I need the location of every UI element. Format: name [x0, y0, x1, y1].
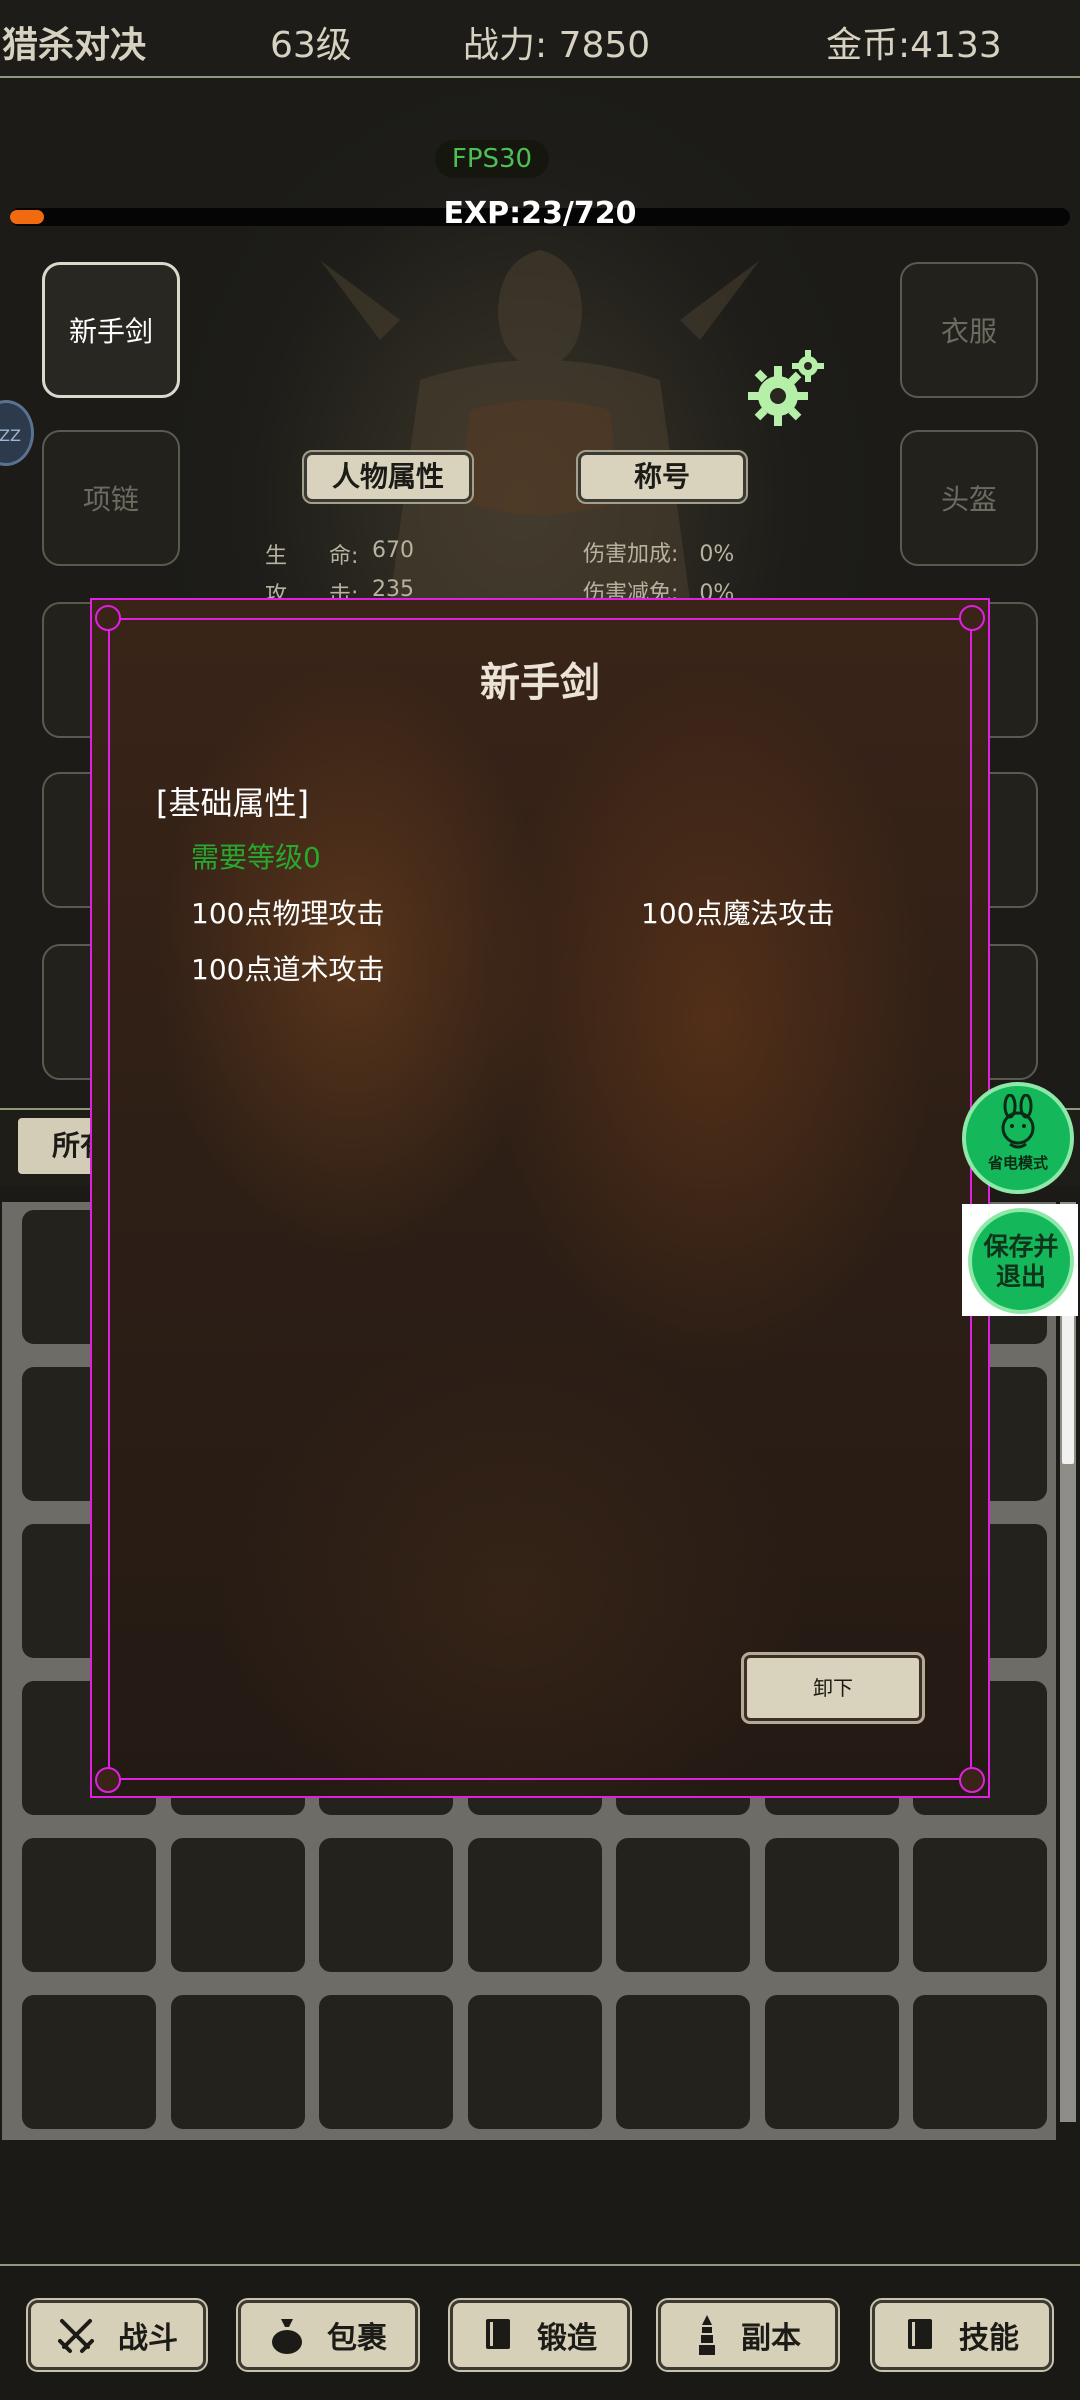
- slot-clothes[interactable]: 衣服: [900, 262, 1038, 398]
- slot-weapon[interactable]: 新手剑: [42, 262, 180, 398]
- inventory-cell[interactable]: [170, 1995, 305, 2129]
- rabbit-mascot-icon: [1001, 1094, 1035, 1149]
- top-status-bar: 猎杀对决 63级 战力: 7850 金币:4133: [0, 0, 1080, 78]
- money-bag-icon: [272, 2319, 302, 2354]
- inventory-cell[interactable]: [467, 1995, 602, 2129]
- power-saving-mode-button[interactable]: 省电模式: [962, 1082, 1074, 1194]
- inventory-cell[interactable]: [170, 1838, 305, 1972]
- item-name: 新手剑: [480, 660, 600, 706]
- frame-corner-ornament: [95, 1767, 121, 1793]
- inventory-cell[interactable]: [319, 1838, 453, 1972]
- settings-gear-icon[interactable]: [746, 348, 826, 428]
- stat-hp-label: 生 命:: [265, 544, 359, 569]
- nav-bag-label: 包裹: [327, 2321, 387, 2356]
- base-attributes-heading: [基础属性]: [156, 784, 309, 822]
- frame-corner-ornament: [95, 605, 121, 631]
- tab-attributes[interactable]: 人物属性: [302, 450, 474, 504]
- nav-battle-label: 战斗: [118, 2321, 178, 2356]
- save-and-exit-button[interactable]: 保存并 退出: [968, 1208, 1074, 1314]
- inventory-cell[interactable]: [616, 1995, 750, 2129]
- attr-physical-attack: 100点物理攻击: [191, 897, 385, 930]
- frame-corner-ornament: [959, 1767, 985, 1793]
- nav-skills-button[interactable]: 技能: [870, 2298, 1054, 2372]
- crossed-swords-icon: [58, 2319, 94, 2353]
- skill-book-icon: [908, 2319, 932, 2349]
- inventory-cell[interactable]: [764, 1838, 899, 1972]
- inventory-cell[interactable]: [616, 1838, 750, 1972]
- nav-dungeon-label: 副本: [741, 2321, 801, 2356]
- nav-bag-button[interactable]: 包裹: [236, 2298, 420, 2372]
- attr-magic-attack: 100点魔法攻击: [641, 897, 835, 930]
- gold-amount: 金币:4133: [826, 25, 1002, 66]
- book-icon: [486, 2319, 510, 2349]
- save-label-line1: 保存并: [983, 1232, 1059, 1261]
- inventory-cell[interactable]: [913, 1995, 1047, 2129]
- fps-counter: FPS30: [435, 140, 549, 178]
- nav-forge-button[interactable]: 锻造: [448, 2298, 632, 2372]
- unequip-button[interactable]: 卸下: [741, 1652, 925, 1724]
- slot-necklace[interactable]: 项链: [42, 430, 180, 566]
- exp-text: EXP:23/720: [443, 196, 637, 231]
- tower-icon: [699, 2315, 715, 2355]
- stat-hp-value: 670: [372, 538, 414, 563]
- nav-skills-label: 技能: [959, 2321, 1019, 2356]
- inventory-cell[interactable]: [913, 1838, 1047, 1972]
- nav-forge-label: 锻造: [537, 2321, 597, 2356]
- nav-dungeon-button[interactable]: 副本: [656, 2298, 840, 2372]
- power-saving-label: 省电模式: [987, 1154, 1048, 1172]
- slot-helmet[interactable]: 头盔: [900, 430, 1038, 566]
- game-title: 猎杀对决: [2, 25, 147, 66]
- tab-title[interactable]: 称号: [576, 450, 748, 504]
- inventory-cell[interactable]: [22, 1838, 156, 1972]
- inventory-cell[interactable]: [22, 1995, 156, 2129]
- inventory-cell[interactable]: [467, 1838, 602, 1972]
- attr-taoist-attack: 100点道术攻击: [191, 953, 385, 986]
- nav-battle-button[interactable]: 战斗: [26, 2298, 208, 2372]
- level-requirement: 需要等级0: [191, 841, 321, 874]
- inventory-cell[interactable]: [764, 1995, 899, 2129]
- combat-power: 战力: 7850: [463, 25, 651, 66]
- player-level: 63级: [270, 25, 352, 66]
- save-label-line2: 退出: [995, 1262, 1046, 1291]
- frame-corner-ornament: [959, 605, 985, 631]
- inventory-cell[interactable]: [319, 1995, 453, 2129]
- stat-damage-bonus: 伤害加成: 0%: [583, 542, 735, 567]
